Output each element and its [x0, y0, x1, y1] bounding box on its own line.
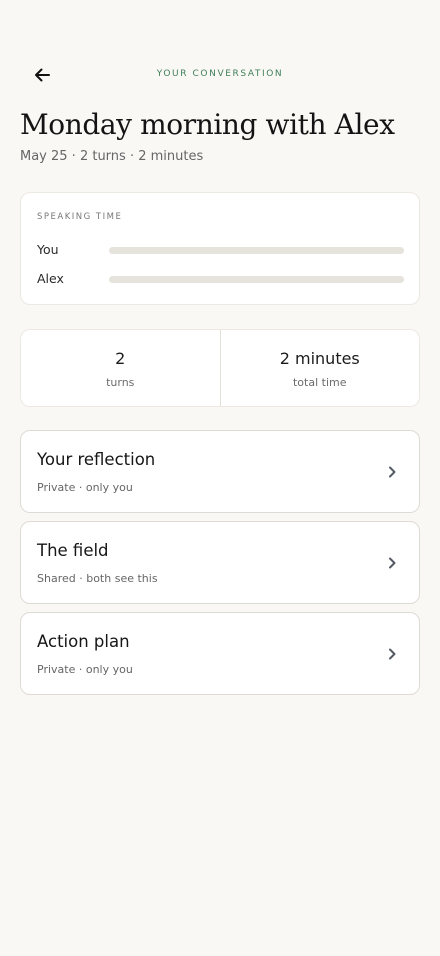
speaking-bar-track: [109, 276, 404, 283]
stat-turns: 2 turns: [21, 330, 220, 406]
page-title: Monday morning with Alex: [20, 108, 395, 141]
speaking-bar-track: [109, 247, 404, 254]
screen-eyebrow: YOUR CONVERSATION: [156, 69, 284, 79]
card-title: Your reflection: [37, 450, 156, 469]
speaker-name: You: [37, 242, 59, 257]
stats-card: 2 turns 2 minutes total time: [20, 329, 420, 407]
stat-label: total time: [292, 376, 347, 389]
stat-total-time: 2 minutes total time: [219, 330, 420, 406]
speaking-time-label: SPEAKING TIME: [37, 212, 123, 222]
chevron-right-icon: [389, 466, 396, 478]
speaking-row-you: You: [37, 242, 404, 258]
stat-value: 2: [115, 349, 126, 368]
chevron-right-icon: [389, 557, 396, 569]
your-reflection-card[interactable]: Your reflection Private · only you: [20, 430, 420, 513]
card-subtitle: Private · only you: [37, 481, 133, 494]
stat-label: turns: [106, 376, 135, 389]
the-field-card[interactable]: The field Shared · both see this: [20, 521, 420, 604]
conversation-meta: May 25 · 2 turns · 2 minutes: [20, 149, 204, 164]
card-title: Action plan: [37, 632, 130, 651]
speaking-row-alex: Alex: [37, 271, 404, 287]
chevron-right-icon: [389, 648, 396, 660]
speaking-time-card: SPEAKING TIME You Alex: [20, 192, 420, 305]
card-subtitle: Shared · both see this: [37, 572, 158, 585]
stat-value: 2 minutes: [279, 349, 360, 368]
action-plan-card[interactable]: Action plan Private · only you: [20, 612, 420, 695]
conversation-summary-screen: YOUR CONVERSATION Monday morning with Al…: [0, 0, 440, 956]
speaker-name: Alex: [37, 271, 64, 286]
card-title: The field: [37, 541, 109, 560]
card-subtitle: Private · only you: [37, 663, 133, 676]
